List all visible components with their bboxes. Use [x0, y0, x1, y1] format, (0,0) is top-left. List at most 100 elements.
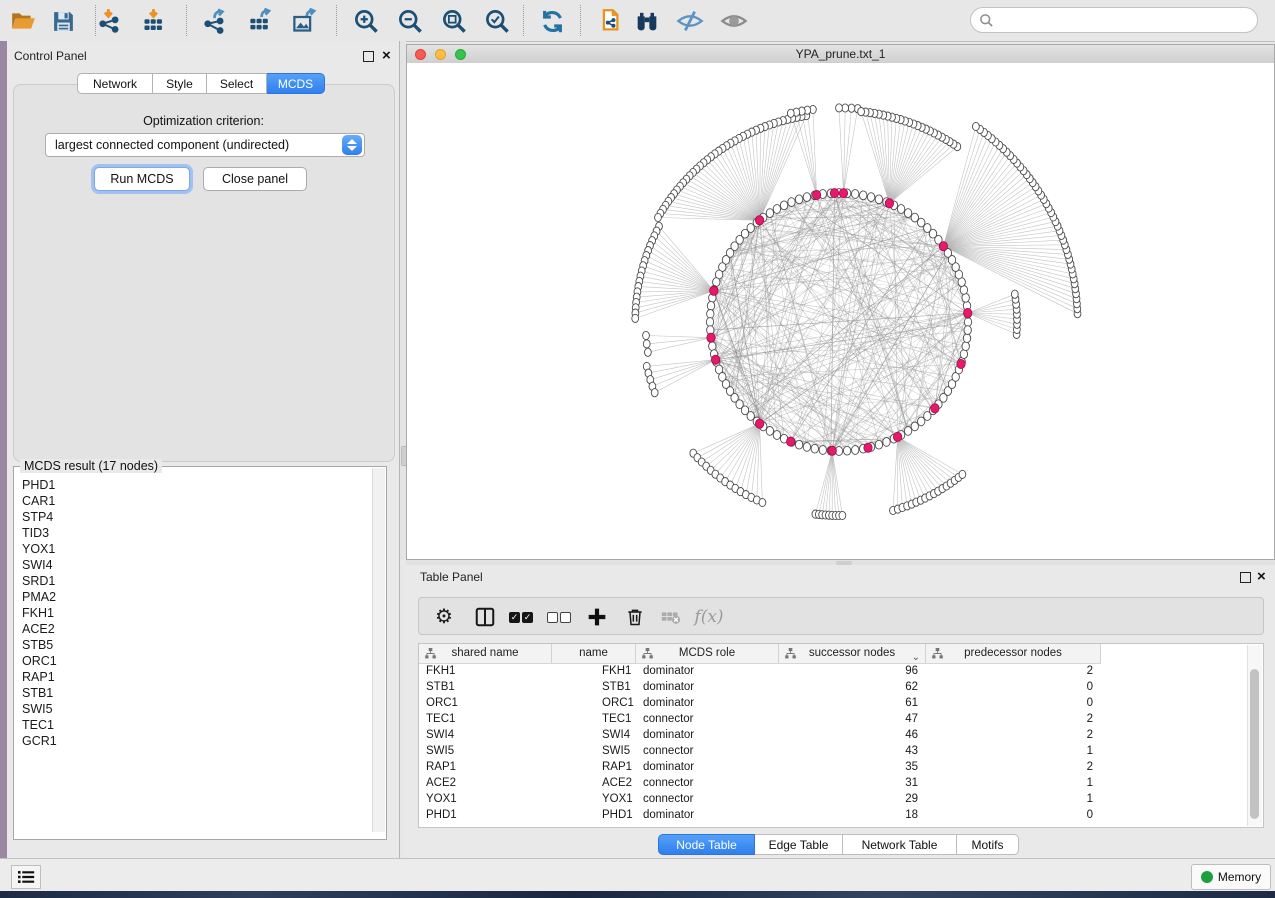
- close-panel-button[interactable]: Close panel: [203, 167, 307, 191]
- network-canvas[interactable]: [407, 63, 1274, 559]
- table-cell: connector: [643, 711, 773, 727]
- show-column-icon[interactable]: [471, 603, 499, 631]
- table-scrollbar[interactable]: [1247, 645, 1262, 826]
- memory-button[interactable]: Memory: [1191, 864, 1271, 890]
- table-row[interactable]: FKH1FKH1dominator962: [419, 663, 1249, 679]
- tab-network-table[interactable]: Network Table: [843, 834, 957, 855]
- list-item[interactable]: SRD1: [15, 573, 371, 589]
- column-header-mcds-role[interactable]: MCDS role: [636, 644, 779, 663]
- splitter-grip[interactable]: [836, 561, 852, 565]
- zoom-in-icon[interactable]: [352, 7, 380, 35]
- export-image-icon[interactable]: [290, 7, 318, 35]
- list-item[interactable]: FKH1: [15, 605, 371, 621]
- refresh-icon[interactable]: [538, 7, 566, 35]
- network-graph[interactable]: [407, 63, 1274, 559]
- select-all-icon[interactable]: ✓✓: [507, 603, 535, 631]
- list-item[interactable]: RAP1: [15, 669, 371, 685]
- memory-button-label: Memory: [1218, 870, 1261, 884]
- tab-node-table[interactable]: Node Table: [658, 834, 755, 855]
- table-cell: 29: [779, 791, 918, 807]
- criterion-dropdown[interactable]: largest connected component (undirected): [45, 133, 365, 157]
- tab-select[interactable]: Select: [207, 73, 267, 94]
- hierarchy-icon: [642, 648, 653, 659]
- table-row[interactable]: TEC1TEC1connector472: [419, 711, 1249, 727]
- list-item[interactable]: STB1: [15, 685, 371, 701]
- tab-motifs[interactable]: Motifs: [957, 834, 1019, 855]
- mcds-result-list[interactable]: PHD1CAR1STP4TID3YOX1SWI4SRD1PMA2FKH1ACE2…: [15, 477, 371, 832]
- run-mcds-button[interactable]: Run MCDS: [94, 167, 190, 191]
- search-field[interactable]: [994, 12, 1228, 28]
- settings-gear-icon[interactable]: ⚙: [430, 603, 458, 631]
- zoom-out-icon[interactable]: [396, 7, 424, 35]
- table-row[interactable]: ACE2ACE2connector311: [419, 775, 1249, 791]
- export-table-icon[interactable]: [246, 7, 274, 35]
- table-row[interactable]: RAP1RAP1dominator352: [419, 759, 1249, 775]
- close-panel-icon[interactable]: ×: [382, 50, 391, 61]
- list-item[interactable]: SWI4: [15, 557, 371, 573]
- list-item[interactable]: STB5: [15, 637, 371, 653]
- list-item[interactable]: TEC1: [15, 717, 371, 733]
- hide-selected-eye-icon[interactable]: [676, 7, 704, 35]
- criterion-dropdown-value: largest connected component (undirected): [55, 138, 289, 152]
- table-cell: 2: [926, 711, 1093, 727]
- column-header-shared-name[interactable]: shared name: [419, 644, 552, 663]
- network-view-window: YPA_prune.txt_1: [406, 44, 1275, 560]
- list-item[interactable]: STP4: [15, 509, 371, 525]
- list-item[interactable]: PHD1: [15, 477, 371, 493]
- column-header-name[interactable]: name: [552, 644, 636, 663]
- save-icon[interactable]: [49, 7, 77, 35]
- column-header-predecessor-nodes[interactable]: predecessor nodes: [926, 644, 1101, 663]
- search-input[interactable]: [970, 7, 1258, 33]
- find-binoculars-icon[interactable]: [633, 7, 661, 35]
- table-row[interactable]: SWI5SWI5connector431: [419, 743, 1249, 759]
- toolbar-separator: [336, 5, 337, 36]
- delete-table-icon[interactable]: [657, 603, 685, 631]
- list-item[interactable]: PMA2: [15, 589, 371, 605]
- table-cell: 1: [926, 791, 1093, 807]
- list-item[interactable]: GCR1: [15, 733, 371, 749]
- float-panel-icon[interactable]: [1240, 572, 1251, 583]
- table-row[interactable]: PHD1PHD1dominator180: [419, 807, 1249, 823]
- float-panel-icon[interactable]: [363, 51, 374, 62]
- list-item[interactable]: CAR1: [15, 493, 371, 509]
- list-item[interactable]: YOX1: [15, 541, 371, 557]
- table-row[interactable]: ORC1ORC1dominator610: [419, 695, 1249, 711]
- table-cell: dominator: [643, 727, 773, 743]
- show-all-eye-icon[interactable]: [720, 7, 748, 35]
- scrollbar-thumb[interactable]: [1250, 669, 1259, 819]
- list-item[interactable]: SWI5: [15, 701, 371, 717]
- table-row[interactable]: YOX1YOX1connector291: [419, 791, 1249, 807]
- list-item[interactable]: ORC1: [15, 653, 371, 669]
- table-row[interactable]: STB1STB1dominator620: [419, 679, 1249, 695]
- table-cell: dominator: [643, 807, 773, 823]
- network-window-titlebar[interactable]: YPA_prune.txt_1: [407, 45, 1274, 64]
- table-row[interactable]: SWI4SWI4dominator462: [419, 727, 1249, 743]
- search-icon: [979, 13, 994, 28]
- main-toolbar: [0, 0, 1275, 42]
- import-table-icon[interactable]: [139, 7, 167, 35]
- table-cell: connector: [643, 775, 773, 791]
- tab-mcds[interactable]: MCDS: [267, 73, 325, 94]
- column-header-successor-nodes[interactable]: successor nodes ⌄: [779, 644, 926, 663]
- clone-network-icon[interactable]: [595, 7, 623, 35]
- close-panel-icon[interactable]: ×: [1257, 571, 1266, 582]
- table-cell: dominator: [643, 679, 773, 695]
- list-item[interactable]: TID3: [15, 525, 371, 541]
- table-toolbar: ⚙ ✓✓ f(x): [418, 597, 1264, 635]
- hierarchy-icon: [932, 648, 943, 659]
- mcds-list-scrollbar[interactable]: [372, 468, 385, 832]
- deselect-all-icon[interactable]: [545, 603, 573, 631]
- open-folder-icon[interactable]: [9, 7, 37, 35]
- import-network-icon[interactable]: [95, 7, 123, 35]
- tab-style[interactable]: Style: [153, 73, 207, 94]
- function-builder-icon[interactable]: f(x): [695, 603, 723, 631]
- delete-column-icon[interactable]: [621, 603, 649, 631]
- tab-edge-table[interactable]: Edge Table: [755, 834, 843, 855]
- show-panels-list-button[interactable]: [11, 865, 41, 889]
- zoom-selected-icon[interactable]: [483, 7, 511, 35]
- tab-network[interactable]: Network: [77, 73, 153, 94]
- zoom-fit-icon[interactable]: [440, 7, 468, 35]
- list-item[interactable]: ACE2: [15, 621, 371, 637]
- export-network-icon[interactable]: [200, 7, 228, 35]
- add-column-icon[interactable]: [583, 603, 611, 631]
